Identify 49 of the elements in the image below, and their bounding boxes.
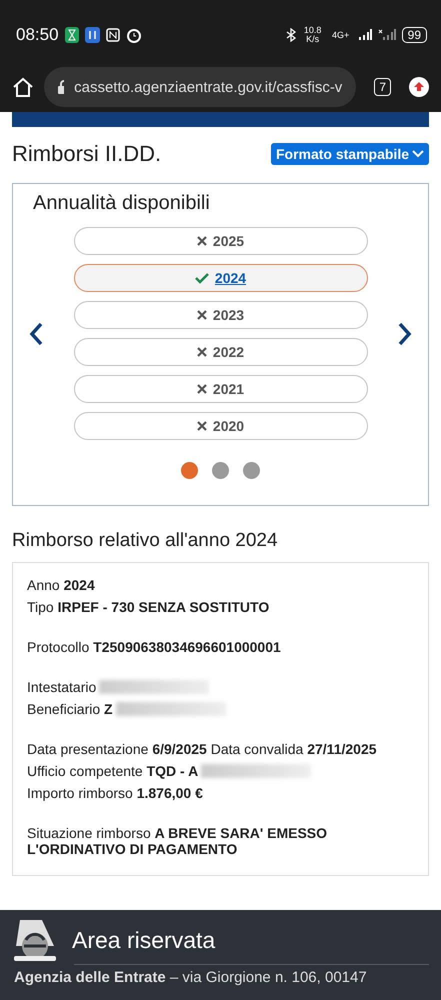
carousel-dot[interactable] (181, 462, 198, 479)
hourglass-icon (64, 27, 79, 43)
year-option[interactable]: 2021 (74, 375, 368, 403)
signal-icon (378, 29, 396, 41)
cross-icon (196, 347, 207, 357)
cross-icon (196, 236, 207, 246)
alarm-icon (126, 27, 142, 43)
footer-address: Agenzia delle Entrate – via Giorgione n. 106, 00147 (14, 969, 367, 986)
tab-count-button[interactable]: 7 (374, 78, 391, 96)
bluetooth-icon (286, 28, 296, 42)
cross-icon (196, 310, 207, 320)
update-icon[interactable] (409, 77, 429, 97)
home-icon[interactable] (12, 76, 34, 98)
detail-line: Anno 2024 (27, 577, 95, 593)
year-option[interactable]: 2022 (74, 338, 368, 366)
network-speed: 10.8 K/s (302, 26, 322, 44)
detail-line: Importo rimborso 1.876,00 € (27, 785, 203, 801)
chevron-down-icon (412, 150, 424, 158)
network-type: 4G+ (331, 30, 350, 40)
check-icon (194, 272, 209, 284)
detail-line: Intestatario (27, 679, 96, 695)
cross-icon (196, 421, 207, 431)
year-option[interactable]: 2023 (74, 301, 368, 329)
carousel-dot[interactable] (212, 462, 229, 479)
address-bar[interactable]: cassetto.agenziaentrate.gov.it/cassfisc-v (44, 67, 356, 107)
year-option[interactable]: 2020 (74, 412, 368, 440)
cross-icon (196, 384, 207, 394)
year-option[interactable]: 2025 (74, 227, 368, 255)
clock-time: 08:50 (16, 25, 59, 45)
chevron-left-icon[interactable] (29, 322, 43, 346)
detail-line: Protocollo T25090638034696601000001 (27, 639, 281, 655)
detail-line: Situazione rimborso A BREVE SARA' EMESSO L'ORDINATIVO DI PAGAMENTO (27, 825, 328, 857)
agency-logo-icon (14, 918, 56, 962)
detail-line: Beneficiario Z (27, 701, 113, 717)
detail-line: Tipo IRPEF - 730 SENZA SOSTITUTO (27, 599, 270, 615)
battery-level: 99 (402, 27, 427, 43)
nfc-icon (106, 28, 120, 42)
page-title: Rimborsi II.DD. (12, 141, 162, 167)
signal-icon (358, 29, 372, 41)
carousel-dot[interactable] (243, 462, 260, 479)
detail-line: Data presentazione 6/9/2025 Data convalida 27/11/2025 (27, 741, 377, 757)
footer-title: Area riservata (72, 926, 216, 954)
print-format-button[interactable]: Formato stampabile (270, 143, 429, 165)
detail-line: Ufficio competente TQD - A (27, 763, 198, 779)
section-heading: Rimborso relativo all'anno 2024 (12, 530, 279, 552)
url-text: cassetto.agenziaentrate.gov.it/cassfisc-v (74, 78, 342, 96)
chevron-right-icon[interactable] (398, 322, 412, 346)
year-option[interactable]: 2024 (74, 264, 368, 292)
card-heading: Annualità disponibili (33, 192, 211, 215)
